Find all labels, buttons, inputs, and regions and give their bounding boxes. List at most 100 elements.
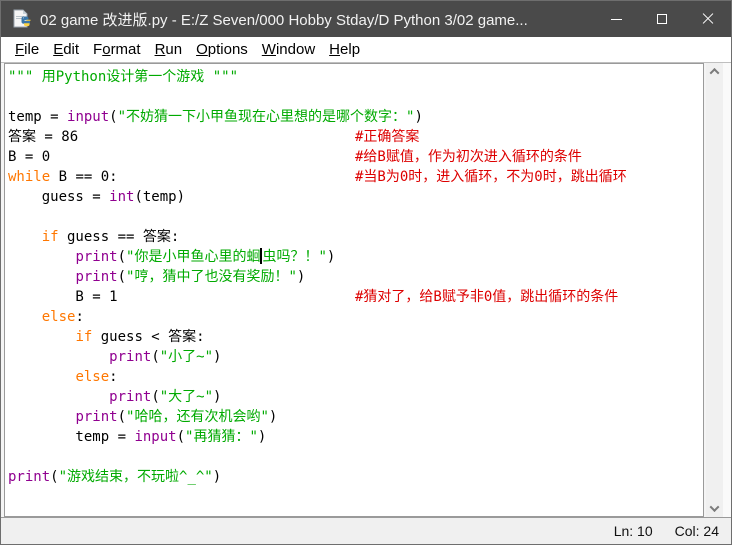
code-comment: #当B为0时，进入循环，不为0时，跳出循环 xyxy=(355,169,627,185)
code-editor[interactable]: """ 用Python设计第一个游戏 """ temp = input("不妨猜一… xyxy=(4,63,704,517)
code-line[interactable]: temp = input("再猜猜：") xyxy=(8,427,703,447)
code-token-pl: ) xyxy=(213,389,222,405)
status-bar: Ln: 10 Col: 24 xyxy=(1,517,731,544)
code-token-pl: : xyxy=(75,309,84,325)
code-token-pl: ) xyxy=(268,409,278,425)
code-line[interactable] xyxy=(8,87,703,107)
code-token-str: "你是小甲鱼心里的蛔 xyxy=(126,249,261,265)
code-line[interactable]: while B == 0: #当B为0时，进入循环，不为0时，跳出循环 xyxy=(8,167,703,187)
python-file-icon xyxy=(11,9,31,29)
code-line[interactable] xyxy=(8,447,703,467)
scrollbar-track[interactable] xyxy=(706,80,723,500)
code-line[interactable]: else: xyxy=(8,307,703,327)
code-token-pl: ( xyxy=(176,429,186,445)
code-token-str: "游戏结束，不玩啦^_^" xyxy=(58,469,213,485)
menu-item-window[interactable]: Window xyxy=(255,39,322,60)
code-token-pl: ( xyxy=(109,109,118,125)
scroll-down-button[interactable] xyxy=(706,500,723,517)
code-token-bi: print xyxy=(8,469,51,485)
maximize-button[interactable] xyxy=(639,1,685,37)
code-line[interactable] xyxy=(8,207,703,227)
code-token-pl: ( xyxy=(117,269,127,285)
code-token-str: "哈哈，还有次机会哟" xyxy=(126,409,269,425)
code-token-pl: (temp) xyxy=(134,189,186,205)
menu-item-help[interactable]: Help xyxy=(322,39,367,60)
code-comment: #正确答案 xyxy=(355,129,420,145)
code-line[interactable]: print("游戏结束，不玩啦^_^") xyxy=(8,467,703,487)
code-token-kw: else xyxy=(41,309,76,325)
code-token-pl: guess == 答案: xyxy=(58,229,180,245)
code-token-pl: guess = xyxy=(8,189,110,205)
code-line[interactable]: print("哈哈，还有次机会哟") xyxy=(8,407,703,427)
code-token-pl: ( xyxy=(117,249,127,265)
minimize-icon xyxy=(610,18,622,20)
menu-item-run[interactable]: Run xyxy=(148,39,190,60)
code-token-bi: input xyxy=(67,109,110,125)
code-token-bi: int xyxy=(109,189,135,205)
code-line[interactable]: """ 用Python设计第一个游戏 """ xyxy=(8,67,703,87)
code-token-str: 虫吗？！" xyxy=(262,249,327,265)
code-line[interactable]: B = 0 #给B赋值，作为初次进入循环的条件 xyxy=(8,147,703,167)
window-title: 02 game 改进版.py - E:/Z Seven/000 Hobby St… xyxy=(40,11,528,29)
code-comment: #猜对了，给B赋予非0值，跳出循环的条件 xyxy=(355,289,619,305)
code-comment: #给B赋值，作为初次进入循环的条件 xyxy=(355,149,582,165)
code-token-pl: guess < 答案: xyxy=(92,329,205,345)
code-token-pl: B == 0: xyxy=(50,169,118,185)
code-token-bi: print xyxy=(75,409,118,425)
minimize-button[interactable] xyxy=(593,1,639,37)
column-indicator: Col: 24 xyxy=(674,523,719,539)
code-token-str: "小了~" xyxy=(159,349,214,365)
code-line[interactable]: if guess == 答案: xyxy=(8,227,703,247)
menu-item-edit[interactable]: Edit xyxy=(46,39,86,60)
code-token-pl: ) xyxy=(326,249,336,265)
code-token-kw: if xyxy=(75,329,93,345)
menu-item-options[interactable]: Options xyxy=(189,39,255,60)
code-token-str: "再猜猜：" xyxy=(185,429,258,445)
code-line[interactable]: B = 1 #猜对了，给B赋予非0值，跳出循环的条件 xyxy=(8,287,703,307)
code-line[interactable]: print("大了~") xyxy=(8,387,703,407)
title-bar: 02 game 改进版.py - E:/Z Seven/000 Hobby St… xyxy=(1,1,731,37)
code-token-pl: ( xyxy=(117,409,127,425)
idle-editor-window: 02 game 改进版.py - E:/Z Seven/000 Hobby St… xyxy=(0,0,732,545)
code-line[interactable]: guess = int(temp) xyxy=(8,187,703,207)
code-token-pl: B = 1 xyxy=(8,289,118,305)
close-icon xyxy=(702,13,714,25)
menu-bar: File Edit Format Run Options Window Help xyxy=(1,37,731,63)
close-button[interactable] xyxy=(685,1,731,37)
line-indicator: Ln: 10 xyxy=(613,523,653,539)
code-token-pl: temp = xyxy=(8,109,68,125)
code-token-pl: 答案 = 86 xyxy=(8,129,79,145)
chevron-up-icon xyxy=(709,67,720,78)
code-token-pl: ( xyxy=(50,469,59,485)
code-token-pl: ) xyxy=(212,469,222,485)
code-token-pl: ( xyxy=(151,349,160,365)
code-token-str: "哼，猜中了也没有奖励！" xyxy=(126,269,297,285)
maximize-icon xyxy=(657,14,667,24)
code-line[interactable]: print("你是小甲鱼心里的蛔 虫吗？！") xyxy=(8,247,703,267)
scroll-up-button[interactable] xyxy=(706,63,723,80)
menu-item-file[interactable]: File xyxy=(8,39,46,60)
code-line[interactable]: print("小了~") xyxy=(8,347,703,367)
menu-item-format[interactable]: Format xyxy=(86,39,148,60)
vertical-scrollbar[interactable] xyxy=(706,63,723,517)
code-token-str: "大了~" xyxy=(159,389,214,405)
code-token-bi: print xyxy=(109,349,152,365)
window-right-edge xyxy=(723,63,731,517)
code-line[interactable]: else: xyxy=(8,367,703,387)
code-token-bi: input xyxy=(134,429,177,445)
code-line[interactable]: temp = input("不妨猜一下小甲鱼现在心里想的是哪个数字：") xyxy=(8,107,703,127)
code-token-kw: if xyxy=(41,229,59,245)
code-line[interactable]: 答案 = 86 #正确答案 xyxy=(8,127,703,147)
code-token-pl: ) xyxy=(296,269,306,285)
code-line[interactable]: print("哼，猜中了也没有奖励！") xyxy=(8,267,703,287)
code-line[interactable]: if guess < 答案: xyxy=(8,327,703,347)
window-controls xyxy=(593,1,731,37)
